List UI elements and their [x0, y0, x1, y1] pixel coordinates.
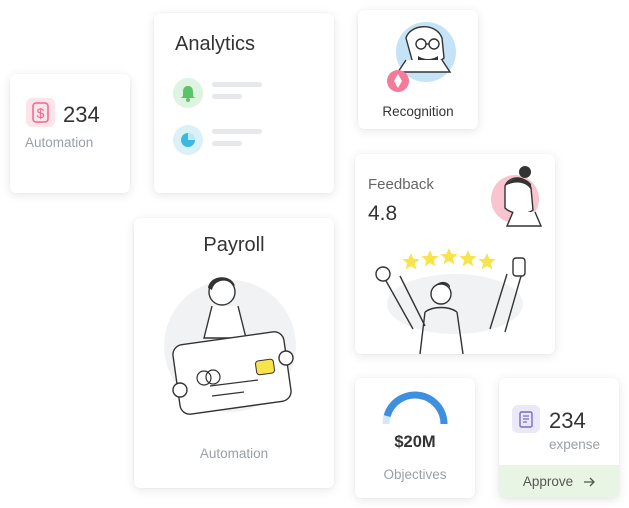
star-icon [421, 250, 439, 267]
bell-icon [173, 78, 203, 108]
star-icon [440, 248, 458, 265]
approve-label: Approve [522, 474, 574, 489]
payroll-title: Payroll [203, 234, 265, 256]
dollar-icon: $ [26, 98, 55, 127]
rating-stars [402, 248, 496, 270]
feedback-card[interactable]: Feedback 4.8 [355, 154, 555, 355]
receipt-icon [512, 405, 540, 433]
analytics-title: Analytics [175, 33, 256, 55]
expense-card[interactable]: 234 expense Approve [499, 378, 619, 498]
automation-count: 234 [63, 102, 100, 127]
automation-label: Automation [25, 135, 94, 150]
approve-button[interactable]: Approve [499, 465, 619, 498]
objectives-value: $20M [394, 433, 436, 451]
analytics-card[interactable]: Analytics [154, 13, 334, 193]
objectives-label: Objectives [383, 467, 447, 482]
payroll-card[interactable]: Payroll Automation [134, 218, 334, 488]
star-icon [459, 250, 477, 267]
gauge-fill [383, 391, 448, 425]
star-icon [478, 253, 496, 270]
svg-text:$: $ [37, 105, 45, 121]
expense-label: expense [549, 437, 601, 452]
objectives-progress-gauge [382, 391, 448, 425]
payroll-illustration [164, 277, 296, 415]
star-icon [402, 253, 420, 270]
payroll-automation-label: Automation [199, 446, 269, 461]
objectives-card[interactable]: $20M Objectives [355, 378, 475, 498]
expense-count: 234 [549, 408, 586, 433]
arrow-right-icon [583, 477, 596, 487]
pie-chart-icon [173, 125, 203, 155]
recognition-label: Recognition [382, 104, 454, 119]
recognition-card[interactable]: Recognition [358, 10, 478, 129]
automation-card[interactable]: $ 234 Automation [10, 74, 130, 193]
recognition-illustration [387, 22, 456, 92]
